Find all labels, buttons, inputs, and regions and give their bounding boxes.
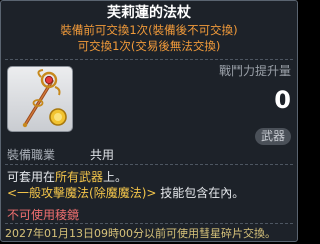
trade-restriction-1: 裝備前可交換1次(裝備後不可交換)	[60, 23, 238, 37]
category-badge: 武器	[254, 128, 291, 145]
desc-text: 可套用在	[7, 170, 56, 184]
skill-name: <一般攻擊魔法(除魔魔法)>	[7, 186, 157, 200]
combat-power-label: 戰鬥力提升量	[218, 64, 291, 78]
description-line-1: 可套用在所有武器上。	[7, 169, 127, 185]
divider	[5, 164, 293, 165]
job-value: 共用	[90, 148, 115, 162]
prism-restriction: 不可使用稜鏡	[7, 208, 80, 222]
divider	[5, 223, 293, 224]
trade-restriction-2: 可交換1次(交易後無法交換)	[77, 39, 221, 53]
job-label: 裝備職業	[7, 148, 56, 162]
desc-text: 技能包含在內。	[156, 186, 245, 200]
deadline-date: 2027年01月13日09時00分	[5, 227, 144, 240]
combat-power-value: 0	[274, 86, 291, 114]
item-icon-frame	[7, 66, 73, 132]
divider	[5, 59, 293, 60]
desc-highlight: 所有武器	[55, 170, 104, 184]
exchange-deadline: 2027年01月13日09時00分以前可使用彗星碎片交換。	[5, 227, 276, 241]
staff-icon	[22, 69, 67, 128]
item-name: 芙莉蓮的法杖	[107, 5, 191, 21]
desc-text: 上。	[103, 170, 128, 184]
deadline-text: 以前可使用彗星碎片交換。	[143, 227, 276, 240]
item-tooltip: 芙莉蓮的法杖 裝備前可交換1次(裝備後不可交換) 可交換1次(交易後無法交換) …	[0, 0, 298, 242]
description-line-2: <一般攻擊魔法(除魔魔法)> 技能包含在內。	[7, 185, 244, 201]
